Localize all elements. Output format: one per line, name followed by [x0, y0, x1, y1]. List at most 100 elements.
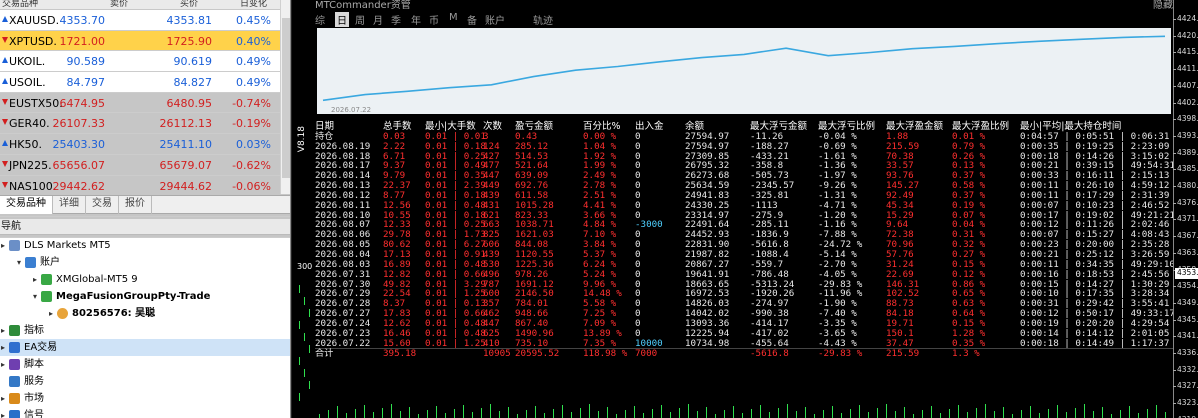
market-watch-row[interactable]: GER40. 26107.33 26112.13 -0.19% [0, 113, 290, 135]
equity-curve: 2026.07.22 [317, 28, 1171, 114]
volume-bar [391, 404, 392, 418]
volume-bar [445, 413, 446, 418]
header-symbol[interactable]: 交易品种 [2, 0, 38, 9]
navigator-item[interactable]: ▸ EA交易 [0, 339, 290, 356]
panel-tab[interactable]: 币 [429, 12, 439, 27]
volume-bar [949, 409, 950, 418]
signals-icon [9, 410, 20, 418]
price-axis: 4424.7 4420.3 4415.9 4411.5 4407.1 4402.7 4398… [1172, 0, 1198, 418]
up-arrow-icon [2, 57, 8, 64]
panel-tab[interactable]: 月 [373, 12, 383, 27]
market-watch-scrollbar[interactable] [280, 0, 290, 194]
volume-bar [751, 409, 752, 418]
ask-price: 4353.81 [166, 14, 213, 27]
down-arrow-icon [2, 160, 8, 167]
market-watch-row[interactable]: EUSTX50. 6474.95 6480.95 -0.74% [0, 92, 290, 114]
volume-bar [967, 412, 968, 418]
volume-bar [319, 414, 320, 418]
volume-bar [661, 405, 662, 418]
navigator-item[interactable]: ▾ 账户 [0, 254, 290, 271]
volume-bar [454, 409, 455, 418]
panel-tab[interactable]: 周 [355, 12, 365, 27]
market-watch-tab[interactable]: 交易 [86, 196, 119, 214]
market-watch-row[interactable]: HK50. 25403.30 25411.10 0.03% [0, 134, 290, 155]
navigator-item[interactable]: ▸ 市场 [0, 390, 290, 407]
market-watch-tab[interactable]: 详细 [53, 196, 86, 214]
volume-bar [787, 404, 788, 418]
user-icon [57, 308, 68, 319]
table-cell: 10000 [635, 337, 663, 349]
market-watch-row[interactable]: JPN225. 65656.07 65679.07 -0.62% [0, 154, 290, 176]
header-bid[interactable]: 卖价 [110, 0, 128, 9]
expand-toggle-icon[interactable]: ▾ [17, 254, 21, 271]
expand-toggle-icon[interactable]: ▸ [1, 356, 5, 373]
price-tick: 4332.3 [1172, 365, 1198, 374]
volume-bar [400, 411, 401, 418]
market-watch-tab[interactable]: 报价 [119, 196, 152, 214]
navigator-item[interactable]: ▸ 信号 [0, 407, 290, 418]
indicator-value-label: 300 [297, 262, 313, 271]
panel-hide-button[interactable]: 隐藏 [1153, 0, 1173, 11]
navigator-item[interactable]: 服务 [0, 373, 290, 390]
expand-toggle-icon[interactable]: ▸ [1, 390, 5, 407]
bid-price: 90.589 [66, 55, 106, 69]
market-watch-tabs: 交易品种 详细 交易 报价 [0, 195, 290, 214]
ask-price: 90.619 [173, 55, 213, 69]
market-watch-row[interactable]: UKOIL. 90.589 90.619 0.49% [0, 51, 290, 73]
panel-tab[interactable]: 综 [315, 12, 325, 27]
volume-bar [1021, 410, 1022, 418]
volume-bar [895, 411, 896, 418]
panel-tab[interactable]: 日 [335, 12, 349, 27]
server-icon [41, 274, 52, 285]
price-tick: 4424.7 [1172, 14, 1198, 23]
expand-toggle-icon[interactable]: ▸ [1, 237, 5, 254]
daily-change: 0.03% [236, 138, 271, 152]
header-change[interactable]: 日变化 [240, 0, 267, 9]
price-tick: 4402.7 [1172, 98, 1198, 107]
expand-toggle-icon[interactable]: ▸ [1, 339, 5, 356]
expand-toggle-icon[interactable]: ▸ [1, 407, 5, 418]
market-watch-row[interactable]: XPTUSD. 1721.00 1725.90 0.40% [0, 30, 290, 52]
indicator-icon [9, 325, 20, 336]
navigator-item[interactable]: ▸ 80256576: 吴聪 [0, 305, 290, 322]
volume-bar [526, 410, 527, 418]
expand-toggle-icon[interactable]: ▸ [1, 322, 5, 339]
navigator-item[interactable]: ▸ 指标 [0, 322, 290, 339]
navigator-item[interactable]: ▸ XMGlobal-MT5 9 [0, 271, 290, 288]
volume-bar [1066, 412, 1067, 418]
market-watch-tab[interactable]: 交易品种 [0, 196, 53, 214]
panel-tab[interactable]: 账户 [485, 12, 505, 27]
total-cell: 20595.52 [515, 348, 560, 360]
table-row[interactable]: 2026.07.22 15.60 0.01 | 1.25 410 735.10 7.35 … [315, 337, 1173, 349]
total-cell: 395.18 [383, 348, 417, 360]
volume-bar [508, 407, 509, 418]
volume-bar [679, 408, 680, 418]
table-cell: -4.43 % [818, 337, 857, 349]
expand-toggle-icon[interactable]: ▸ [49, 305, 53, 322]
expand-toggle-icon[interactable]: ▸ [33, 271, 37, 288]
navigator-item[interactable]: ▸ DLS Markets MT5 [0, 237, 290, 254]
daily-change: 0.40% [236, 34, 271, 48]
total-row[interactable]: 合计 395.18 10905 20595.52 118.98 % 7000 -5616.8… [315, 348, 1173, 360]
market-watch-row[interactable]: USOIL. 84.797 84.827 0.49% [0, 72, 290, 93]
stats-table: 日期 总手数 最小|大手数 次数 盈亏金额 百分比% 出入金 余额 最大浮亏金额 最大浮亏比例 最大… [315, 122, 1175, 360]
expand-toggle-icon[interactable]: ▾ [33, 288, 37, 305]
panel-tab[interactable]: M [449, 12, 458, 23]
volume-bar [436, 406, 437, 418]
price-tick: 4376.3 [1172, 198, 1198, 207]
market-watch-row[interactable]: XAUUSD. 4353.70 4353.81 0.45% [0, 10, 290, 31]
panel-tab[interactable]: 轨迹 [533, 12, 553, 27]
panel-tab[interactable]: 备 [467, 12, 477, 27]
total-cell: 10905 [483, 348, 511, 360]
panel-tab[interactable]: 年 [411, 12, 421, 27]
scrollbar-thumb[interactable] [282, 18, 290, 178]
navigator-item[interactable]: ▸ 脚本 [0, 356, 290, 373]
market-watch-row[interactable]: NAS100. 29442.62 29444.62 -0.06% [0, 175, 290, 197]
header-ask[interactable]: 买价 [180, 0, 198, 9]
volume-bar [634, 406, 635, 418]
symbol-name: JPN225. [9, 158, 52, 172]
volume-bar [490, 404, 491, 418]
navigator-item[interactable]: ▾ MegaFusionGroupPty-Trade [0, 288, 290, 305]
accounts-icon [25, 257, 36, 268]
panel-tab[interactable]: 季 [391, 12, 401, 27]
